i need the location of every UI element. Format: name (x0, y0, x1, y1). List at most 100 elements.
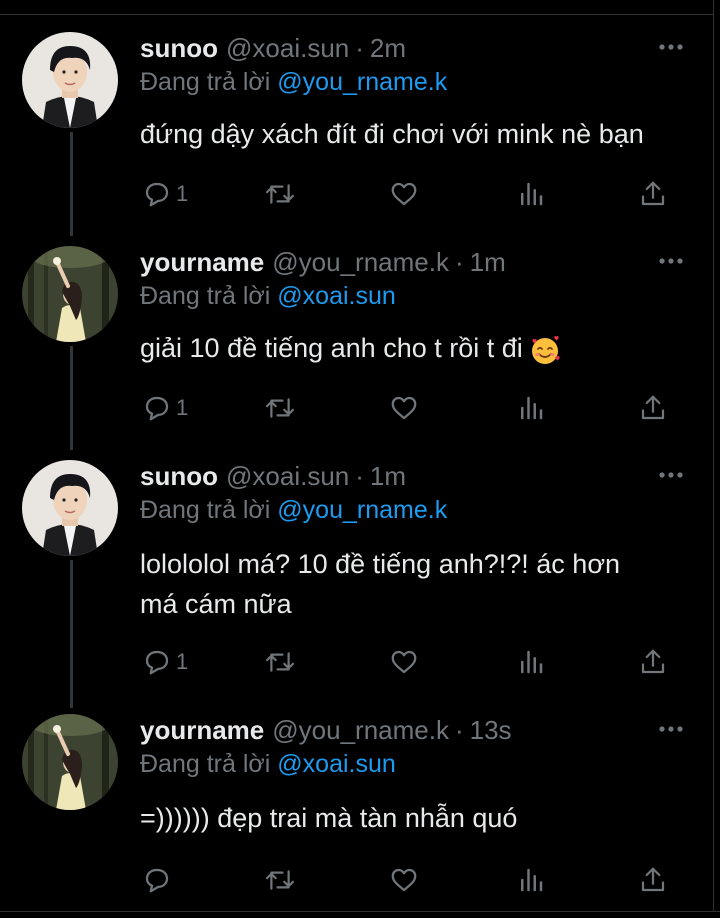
heart-icon (391, 396, 417, 420)
like-button[interactable] (388, 174, 420, 214)
user-handle[interactable]: @you_rname.k (272, 246, 449, 278)
replying-to-label: Đang trả lời (140, 496, 271, 524)
replying-to: Đang trả lời @you_rname.k (140, 494, 447, 526)
avatar[interactable] (22, 460, 118, 556)
tweet-text: lolololol má? 10 đề tiếng anh?!?! ác hơn… (140, 544, 700, 624)
more-icon (659, 472, 683, 478)
tweet-actions (140, 860, 680, 900)
timestamp[interactable]: 13s (470, 714, 512, 746)
tweet-text-line: đứng dậy xách đít đi chơi với mink nè bạ… (140, 119, 644, 149)
mention-link[interactable]: @you_rname.k (277, 68, 447, 96)
retweet-icon (265, 870, 295, 890)
user-handle[interactable]: @you_rname.k (272, 714, 449, 746)
share-button[interactable] (638, 860, 668, 900)
replying-to: Đang trả lời @xoai.sun (140, 280, 396, 312)
avatar[interactable] (22, 714, 118, 810)
tweet-header: sunoo @xoai.sun · 1m (140, 460, 406, 492)
tweet[interactable]: yourname @you_rname.k · 1m Đang trả lời … (0, 246, 714, 436)
views-button[interactable] (516, 642, 546, 682)
bottom-edge (0, 911, 720, 918)
tweet-text: đứng dậy xách đít đi chơi với mink nè bạ… (140, 114, 700, 154)
more-options-button[interactable] (656, 246, 686, 276)
tweet-text: =)))))) đẹp trai mà tàn nhẫn quó (140, 798, 700, 838)
more-icon (659, 258, 683, 264)
views-button[interactable] (516, 388, 546, 428)
replying-to: Đang trả lời @you_rname.k (140, 66, 447, 98)
mention-link[interactable]: @xoai.sun (277, 750, 396, 778)
boy-avatar-image (22, 32, 118, 128)
like-button[interactable] (388, 860, 420, 900)
views-button[interactable] (516, 860, 546, 900)
retweet-button[interactable] (264, 174, 296, 214)
user-handle[interactable]: @xoai.sun (226, 32, 349, 64)
retweet-icon (265, 184, 295, 204)
timestamp[interactable]: 1m (470, 246, 506, 278)
reply-icon (145, 182, 169, 207)
reply-button[interactable] (142, 860, 176, 900)
reply-count: 1 (176, 181, 189, 206)
timestamp[interactable]: 2m (370, 32, 406, 64)
share-icon (641, 649, 665, 674)
share-button[interactable] (638, 642, 668, 682)
reply-icon (145, 868, 169, 893)
avatar[interactable] (22, 246, 118, 342)
smiling-face-with-hearts-emoji (531, 335, 560, 364)
user-handle[interactable]: @xoai.sun (226, 460, 349, 492)
top-edge (0, 0, 720, 15)
replying-to-label: Đang trả lời (140, 750, 271, 778)
reply-count: 1 (176, 395, 189, 420)
display-name[interactable]: sunoo (140, 32, 218, 64)
share-button[interactable] (638, 388, 668, 428)
reply-icon (145, 650, 169, 675)
more-icon (659, 726, 683, 732)
display-name[interactable]: yourname (140, 246, 264, 278)
share-icon (641, 395, 665, 420)
reply-button[interactable]: 1 (142, 388, 188, 428)
separator-dot: · (454, 247, 464, 277)
tweet-actions: 1 (140, 642, 680, 682)
more-options-button[interactable] (656, 460, 686, 490)
reply-button[interactable]: 1 (142, 642, 188, 682)
girl-avatar-image (22, 714, 118, 810)
retweet-button[interactable] (264, 388, 296, 428)
reply-button[interactable]: 1 (142, 174, 188, 214)
share-button[interactable] (638, 174, 668, 214)
more-options-button[interactable] (656, 32, 686, 62)
tweet-actions: 1 (140, 388, 680, 428)
like-button[interactable] (388, 642, 420, 682)
replying-to-label: Đang trả lời (140, 68, 271, 96)
retweet-button[interactable] (264, 642, 296, 682)
retweet-button[interactable] (264, 860, 296, 900)
views-icon (521, 182, 543, 206)
right-edge (713, 0, 720, 918)
tweet-header: yourname @you_rname.k · 13s (140, 714, 512, 746)
tweet[interactable]: yourname @you_rname.k · 13s Đang trả lời… (0, 714, 714, 904)
girl-avatar-image (22, 246, 118, 342)
avatar[interactable] (22, 32, 118, 128)
like-button[interactable] (388, 388, 420, 428)
views-icon (521, 650, 543, 674)
tweet[interactable]: sunoo @xoai.sun · 1m Đang trả lời @you_r… (0, 460, 714, 700)
mention-link[interactable]: @you_rname.k (277, 496, 447, 524)
heart-icon (391, 868, 417, 892)
separator-dot: · (355, 461, 364, 491)
replying-to-label: Đang trả lời (140, 282, 271, 310)
timestamp[interactable]: 1m (370, 460, 406, 492)
views-icon (521, 868, 543, 892)
retweet-icon (265, 398, 295, 418)
display-name[interactable]: sunoo (140, 460, 218, 492)
tweet-text-line: lolololol má? 10 đề tiếng anh?!?! ác hơn (140, 549, 621, 579)
tweet-text: giải 10 đề tiếng anh cho t rồi t đi (140, 328, 700, 368)
replying-to: Đang trả lời @xoai.sun (140, 748, 396, 780)
tweet[interactable]: sunoo @xoai.sun · 2m Đang trả lời @you_r… (0, 32, 714, 222)
share-icon (641, 867, 665, 892)
tweet-header: yourname @you_rname.k · 1m (140, 246, 506, 278)
tweet-text-line: giải 10 đề tiếng anh cho t rồi t đi (140, 328, 700, 368)
display-name[interactable]: yourname (140, 714, 264, 746)
tweet-text-content: giải 10 đề tiếng anh cho t rồi t đi (140, 333, 523, 363)
views-button[interactable] (516, 174, 546, 214)
tweet-text-line: =)))))) đẹp trai mà tàn nhẫn quó (140, 803, 518, 833)
mention-link[interactable]: @xoai.sun (277, 282, 396, 310)
more-options-button[interactable] (656, 714, 686, 744)
separator-dot: · (454, 715, 464, 745)
